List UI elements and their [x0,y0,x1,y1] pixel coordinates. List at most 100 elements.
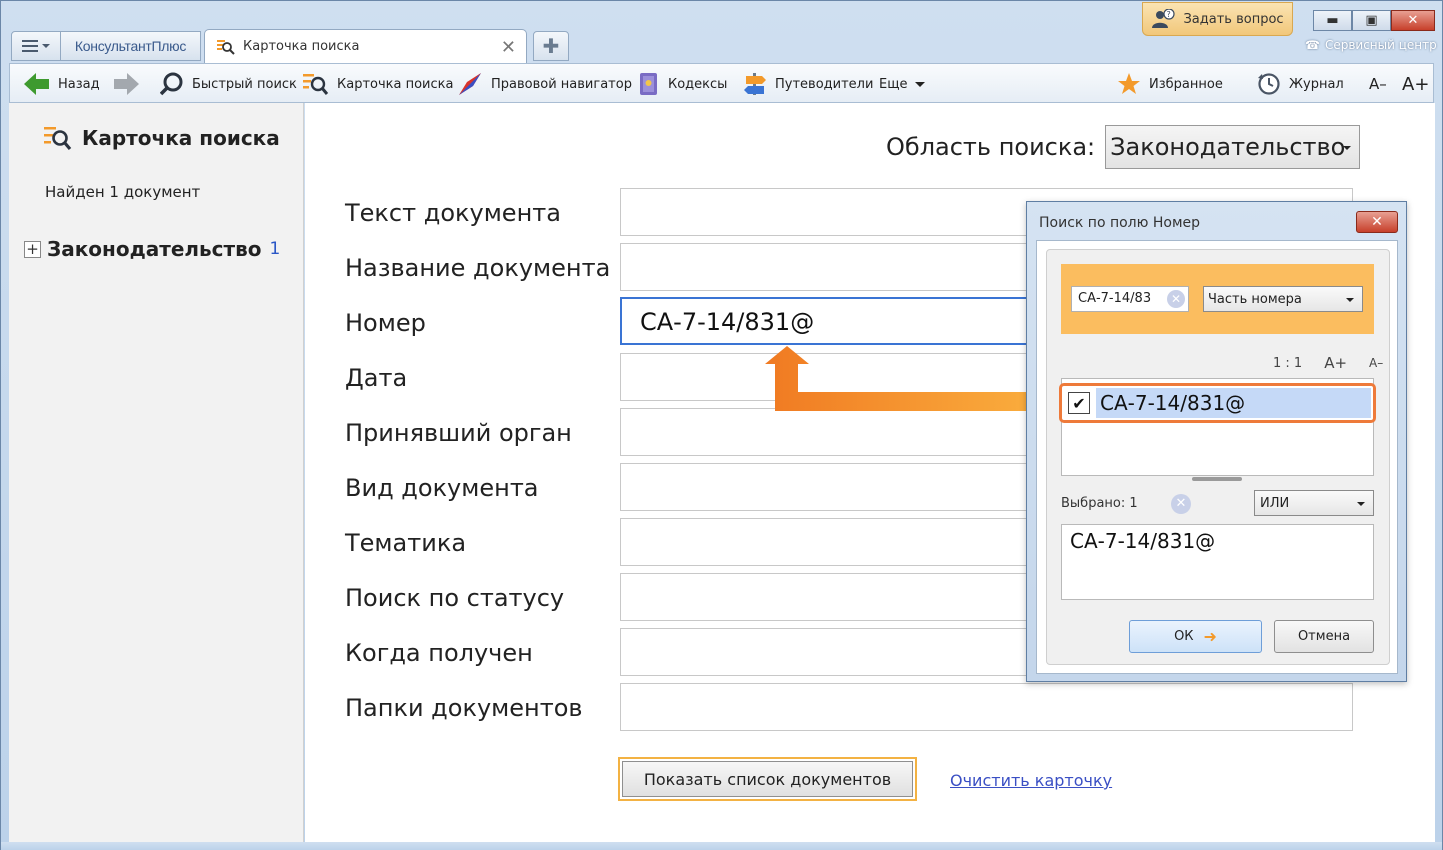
left-panel: Карточка поиска Найден 1 документ + Зако… [9,103,304,842]
field-label-text: Текст документа [345,199,561,227]
arrow-right-icon [114,73,139,95]
dialog-title: Поиск по полю Номер [1039,215,1201,231]
service-center-label: Сервисный центр [1324,38,1437,52]
match-mode-select[interactable]: Часть номера [1203,286,1363,312]
number-list: ✔ СА-7-14/831@ [1059,378,1376,476]
dialog-search-band: СА-7-14/83 ✕ Часть номера [1061,264,1374,334]
service-center-link[interactable]: ☎ Сервисный центр [1305,38,1437,52]
add-tab-button[interactable]: ✚ [533,31,569,61]
forward-button[interactable] [113,70,139,98]
window-controls: ▬ ▣ ✕ [1313,10,1435,31]
chevron-down-icon [42,44,50,48]
field-label-date: Дата [345,364,408,392]
ask-question-button[interactable]: ? Задать вопрос [1142,2,1293,36]
logic-value: ИЛИ [1260,496,1290,511]
logic-select[interactable]: ИЛИ [1254,490,1374,516]
field-folders-input[interactable] [620,683,1353,731]
codex-book-icon [640,73,657,95]
quick-search-label: Быстрый поиск [192,76,297,92]
close-window-button[interactable]: ✕ [1391,10,1435,31]
app-window: КонсультантПлюс Карточка поиска ✕ ✚ ? За… [0,0,1443,850]
checkmark-icon: ✔ [1072,393,1086,413]
search-area: Область поиска: Законодательство [886,125,1361,169]
dialog-panel: СА-7-14/83 ✕ Часть номера 1 : 1 А+ А– ✔ … [1046,249,1390,665]
chevron-down-icon [1346,298,1354,302]
favorites-button[interactable]: Избранное [1117,70,1223,98]
signpost-icon [744,73,766,95]
star-icon [1118,73,1140,94]
maximize-button[interactable]: ▣ [1352,10,1391,31]
arrow-annotation-icon [765,346,1061,411]
arrow-right-icon: ➜ [1203,627,1217,646]
favorites-label: Избранное [1149,76,1223,92]
clear-selection-icon[interactable]: ✕ [1171,494,1191,514]
field-label-number: Номер [345,309,426,337]
guides-button[interactable]: Путеводители [743,70,873,98]
more-button[interactable]: Еще [879,70,926,98]
dialog-close-button[interactable]: ✕ [1356,211,1398,233]
search-area-value: Законодательство [1110,133,1346,161]
more-label: Еще [879,76,908,92]
close-tab-icon[interactable]: ✕ [501,37,516,58]
match-mode-value: Часть номера [1208,292,1302,307]
search-card-label: Карточка поиска [337,76,454,92]
selected-count: Выбрано: 1 [1061,496,1138,511]
search-card-icon [217,39,235,55]
search-card-icon [44,127,72,151]
field-label-doctype: Вид документа [345,474,539,502]
menu-icon [22,40,38,52]
back-button[interactable]: Назад [24,70,100,98]
window-bottom-edge [1,842,1442,850]
main-menu-button[interactable] [11,31,61,61]
codes-button[interactable]: Кодексы [638,70,727,98]
font-decrease-button[interactable]: А– [1369,70,1387,98]
toolbar: Назад Быстрый поиск Карточка поиска Прав… [9,63,1434,103]
dialog-number-input[interactable]: СА-7-14/83 ✕ [1071,286,1189,312]
minimize-button[interactable]: ▬ [1313,10,1352,31]
search-card-button[interactable]: Карточка поиска [303,70,453,98]
ok-label: ОК [1174,629,1194,644]
cancel-button[interactable]: Отмена [1274,620,1374,653]
close-icon: ✕ [1371,214,1383,230]
minimize-icon: ▬ [1326,13,1339,28]
guides-label: Путеводители [775,76,874,92]
zoom-in-button[interactable]: А+ [1324,354,1347,372]
font-increase-button[interactable]: А+ [1402,70,1429,98]
list-item-checkbox[interactable]: ✔ [1068,392,1090,414]
compass-icon [459,73,481,95]
chevron-down-icon [915,81,926,87]
tree-item-legislation[interactable]: + Законодательство 1 [24,237,280,261]
list-item[interactable]: ✔ СА-7-14/831@ [1059,383,1376,423]
phone-icon: ☎ [1305,38,1320,52]
clear-card-link[interactable]: Очистить карточку [950,771,1112,790]
brand-tab[interactable]: КонсультантПлюс [61,31,201,61]
field-label-title: Название документа [345,254,611,282]
svg-text:?: ? [1167,10,1171,19]
tree-item-label: Законодательство [47,237,262,261]
journal-button[interactable]: Журнал [1257,70,1344,98]
clear-input-icon[interactable]: ✕ [1167,290,1185,308]
show-documents-label: Показать список документов [622,761,913,797]
resize-handle[interactable] [1192,477,1242,481]
tab-label: Карточка поиска [243,39,360,54]
selected-values-box[interactable]: СА-7-14/831@ [1061,524,1374,600]
expand-icon[interactable]: + [24,240,41,258]
field-label-authority: Принявший орган [345,419,572,447]
maximize-icon: ▣ [1365,13,1378,28]
search-area-select[interactable]: Законодательство [1105,125,1361,169]
legal-navigator-button[interactable]: Правовой навигатор [457,70,632,98]
zoom-out-button[interactable]: А– [1369,356,1383,370]
quick-search-button[interactable]: Быстрый поиск [160,70,297,98]
left-panel-title-text: Карточка поиска [82,126,280,150]
clock-icon [1258,73,1280,95]
show-documents-button[interactable]: Показать список документов [618,757,917,801]
list-zoom-controls: 1 : 1 А+ А– [1273,354,1383,372]
search-card-icon [303,74,329,95]
chevron-down-icon [1343,146,1352,150]
legal-navigator-label: Правовой навигатор [491,76,632,92]
tab-search-card[interactable]: Карточка поиска ✕ [204,29,527,63]
ok-button[interactable]: ОК ➜ [1129,620,1262,653]
field-label-topic: Тематика [345,529,467,557]
zoom-reset-button[interactable]: 1 : 1 [1273,356,1302,371]
tab-bar: КонсультантПлюс Карточка поиска ✕ ✚ ? За… [1,1,1442,63]
